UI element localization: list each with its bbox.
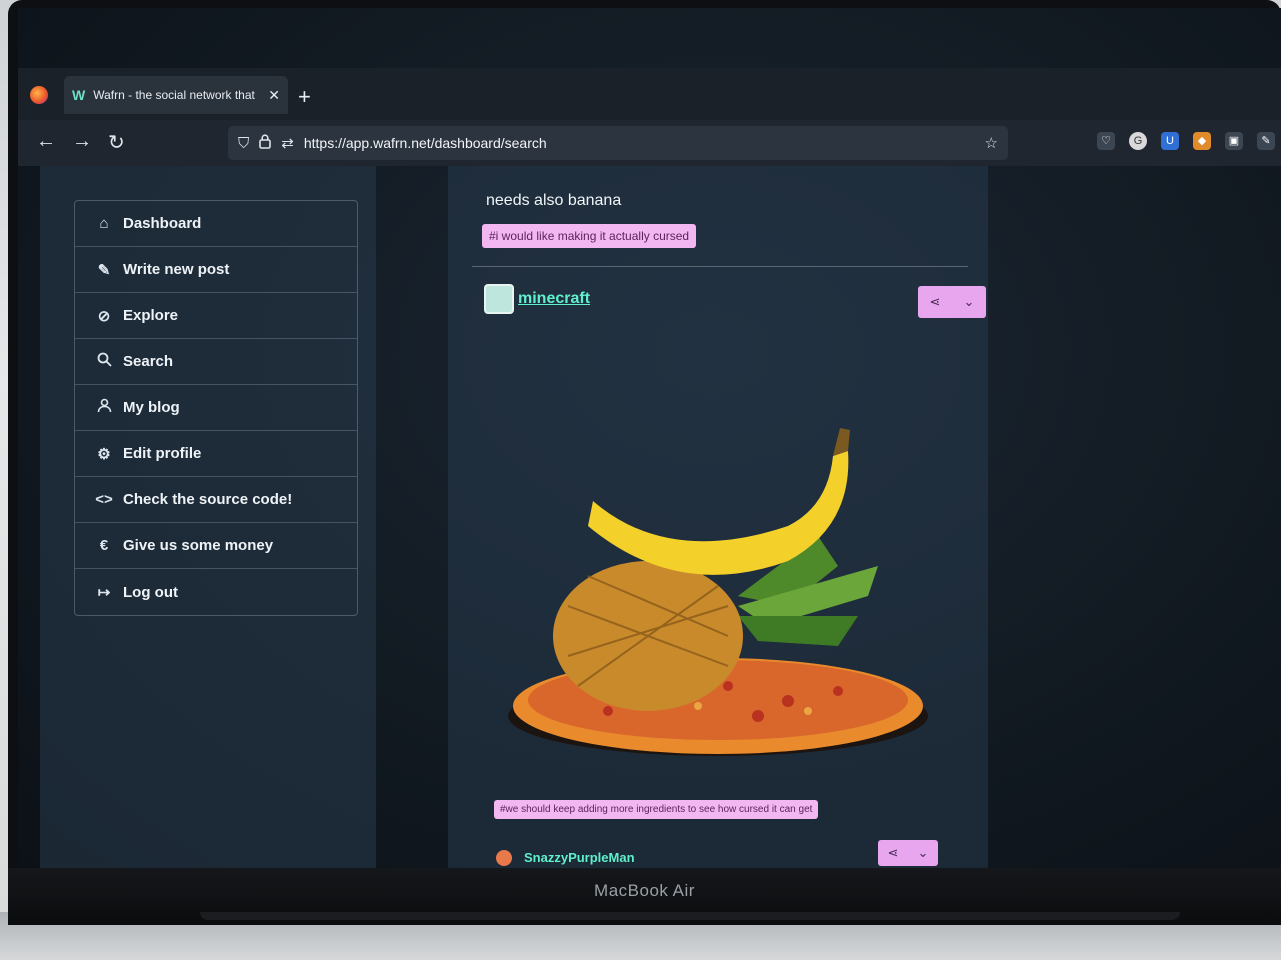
code-icon: <>: [95, 491, 113, 508]
sidebar-item-write-new-post[interactable]: ✎ Write new post: [75, 247, 357, 293]
back-button[interactable]: ←: [36, 130, 56, 153]
share-icon[interactable]: ⋖: [918, 294, 952, 310]
new-tab-button[interactable]: +: [298, 84, 311, 110]
sidebar-item-label: Search: [123, 353, 174, 370]
user-icon: [95, 398, 113, 417]
sidebar-item-donate[interactable]: € Give us some money: [75, 523, 357, 569]
pencil-icon: ✎: [97, 261, 111, 279]
extensions-toolbar: ♡ G U ◆ ▣ ✎: [1097, 132, 1275, 150]
extension-fox-icon[interactable]: ◆: [1193, 132, 1211, 150]
sidebar-item-label: My blog: [123, 399, 180, 416]
compass-icon: ⊘: [97, 307, 111, 325]
pocket-icon[interactable]: ♡: [1097, 132, 1115, 150]
tab-bar: W Wafrn - the social network that ✕ +: [18, 68, 1281, 120]
lock-icon[interactable]: [259, 133, 272, 153]
profile-icon[interactable]: G: [1129, 132, 1147, 150]
extension-puzzle-icon[interactable]: ✎: [1257, 132, 1275, 150]
post-image-pizza-pineapple-banana[interactable]: [488, 416, 928, 776]
sidebar-item-dashboard[interactable]: ⌂ Dashboard: [75, 201, 357, 247]
extension-shield-icon[interactable]: U: [1161, 132, 1179, 150]
feed: needs also banana #i would like making i…: [448, 166, 988, 868]
sidebar-menu: ⌂ Dashboard ✎ Write new post ⊘ Explore S…: [74, 200, 358, 616]
post-divider: [472, 266, 968, 267]
close-tab-icon[interactable]: ✕: [268, 87, 280, 104]
sidebar-item-search[interactable]: Search: [75, 339, 357, 385]
post-tag[interactable]: #i would like making it actually cursed: [482, 224, 697, 248]
browser-tab[interactable]: W Wafrn - the social network that ✕: [64, 76, 288, 114]
sidebar-item-source-code[interactable]: <> Check the source code!: [75, 477, 357, 523]
forward-button[interactable]: →: [72, 130, 92, 153]
home-icon: ⌂: [99, 215, 109, 232]
search-icon: [95, 352, 113, 371]
post-actions: ⋖ ⌄: [918, 286, 986, 318]
share-icon[interactable]: ⋖: [878, 845, 908, 861]
gear-icon: ⚙: [97, 445, 111, 463]
post-actions: ⋖ ⌄: [878, 840, 938, 866]
avatar[interactable]: [496, 850, 512, 866]
sidebar-item-label: Write new post: [123, 261, 230, 278]
page-content: ⌂ Dashboard ✎ Write new post ⊘ Explore S…: [18, 166, 1281, 868]
euro-icon: €: [99, 537, 109, 554]
sidebar-item-label: Log out: [123, 583, 178, 601]
laptop-hinge: [200, 912, 1180, 920]
sidebar-item-label: Check the source code!: [123, 491, 293, 508]
url-bar[interactable]: ⛉ ⇄ https://app.wafrn.net/dashboard/sear…: [228, 126, 1008, 160]
shield-icon[interactable]: ⛉: [238, 135, 249, 152]
post-author-link[interactable]: SnazzyPurpleMan: [524, 850, 635, 865]
nav-bar: ← → ↻ ⛉ ⇄ https://app.wafrn.net/dashboar…: [18, 120, 1281, 166]
post-tag[interactable]: #we should keep adding more ingredients …: [494, 800, 819, 819]
sidebar-item-label: Edit profile: [123, 445, 202, 462]
screen: W Wafrn - the social network that ✕ + ← …: [18, 8, 1281, 868]
post-author-link[interactable]: minecraft: [518, 290, 590, 308]
avatar[interactable]: [484, 284, 514, 314]
post-text: needs also banana: [486, 192, 622, 209]
firefox-icon[interactable]: [30, 86, 48, 104]
sidebar-item-edit-profile[interactable]: ⚙ Edit profile: [75, 431, 357, 477]
sidebar-item-log-out[interactable]: ↦ Log out: [75, 569, 357, 615]
url-text[interactable]: https://app.wafrn.net/dashboard/search: [304, 135, 975, 151]
sidebar-item-label: Give us some money: [123, 537, 274, 554]
reload-button[interactable]: ↻: [108, 130, 125, 155]
wafrn-favicon-icon: W: [72, 87, 86, 103]
sidebar-item-my-blog[interactable]: My blog: [75, 385, 357, 431]
sidebar-item-explore[interactable]: ⊘ Explore: [75, 293, 357, 339]
extension-mask-icon[interactable]: ▣: [1225, 132, 1243, 150]
logout-icon: ↦: [97, 584, 111, 601]
sidebar-item-label: Dashboard: [123, 215, 202, 232]
tab-title: Wafrn - the social network that: [93, 88, 255, 102]
chevron-down-icon[interactable]: ⌄: [952, 294, 986, 310]
laptop-bezel: W Wafrn - the social network that ✕ + ← …: [8, 0, 1281, 925]
chevron-down-icon[interactable]: ⌄: [908, 845, 938, 861]
star-icon[interactable]: ☆: [985, 134, 998, 152]
sidebar: ⌂ Dashboard ✎ Write new post ⊘ Explore S…: [40, 166, 376, 868]
sidebar-item-label: Explore: [123, 307, 179, 324]
permissions-icon[interactable]: ⇄: [281, 134, 294, 152]
